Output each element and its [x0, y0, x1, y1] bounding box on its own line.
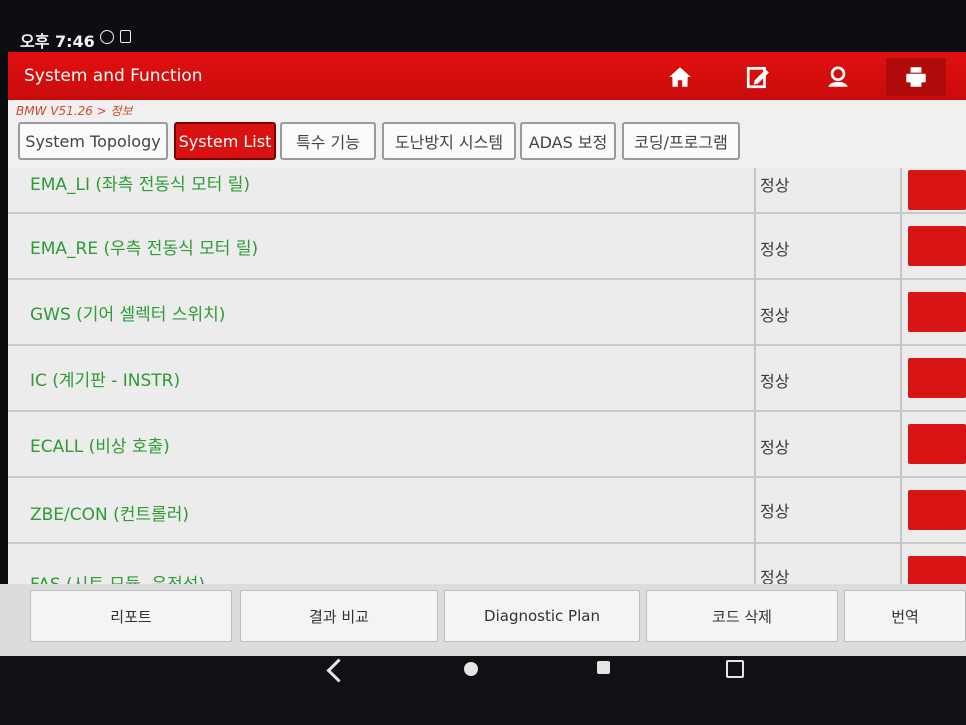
system-action-button[interactable] — [908, 424, 966, 464]
translate-button[interactable]: 번역 — [844, 590, 966, 642]
system-name: FAS (시트 모듈, 운전석) — [30, 570, 205, 584]
system-name: IC (계기판 - INSTR) — [30, 371, 181, 391]
system-action-button[interactable] — [908, 358, 966, 398]
system-row[interactable]: IC (계기판 - INSTR) 정상 — [8, 346, 966, 412]
system-action-button[interactable] — [908, 170, 966, 210]
system-row[interactable]: EMA_LI (좌측 전동식 모터 릴) 정상 — [8, 168, 966, 214]
status-time: 오후 7:46 — [20, 32, 95, 51]
settings-status-icon — [100, 30, 114, 44]
system-name: EMA_LI (좌측 전동식 모터 릴) — [30, 175, 251, 195]
system-row[interactable]: EMA_RE (우측 전동식 모터 릴) 정상 — [8, 214, 966, 280]
system-action-button[interactable] — [908, 292, 966, 332]
tab-special-functions[interactable]: 특수 기능 — [280, 122, 376, 160]
system-row[interactable]: ZBE/CON (컨트롤러) 정상 — [8, 478, 966, 544]
system-name: GWS (기어 셀렉터 스위치) — [30, 305, 226, 325]
recent-apps-icon[interactable] — [597, 661, 610, 674]
system-name: EMA_RE (우측 전동식 모터 릴) — [30, 239, 259, 259]
home-circle-icon[interactable] — [464, 662, 478, 676]
print-button[interactable] — [886, 58, 946, 96]
tab-system-topology[interactable]: System Topology — [18, 122, 168, 160]
bottom-action-bar: 리포트 결과 비교 Diagnostic Plan 코드 삭제 번역 — [0, 584, 966, 656]
compare-results-button[interactable]: 결과 비교 — [240, 590, 438, 642]
system-status: 정상 — [760, 176, 790, 195]
system-status: 정상 — [760, 240, 790, 259]
system-name: ECALL (비상 호출) — [30, 437, 170, 457]
system-action-button[interactable] — [908, 490, 966, 530]
status-bar: 오후 7:46 — [0, 0, 966, 52]
user-icon — [828, 66, 848, 87]
notification-status-icon — [120, 30, 131, 43]
diagnostic-plan-button[interactable]: Diagnostic Plan — [444, 590, 640, 642]
home-icon — [669, 67, 691, 87]
tab-immobilizer[interactable]: 도난방지 시스템 — [382, 122, 516, 160]
tab-coding-programming[interactable]: 코딩/프로그램 — [622, 122, 740, 160]
breadcrumb: BMW V51.26 > 정보 — [16, 104, 133, 118]
system-row[interactable]: GWS (기어 셀렉터 스위치) 정상 — [8, 280, 966, 346]
system-status: 정상 — [760, 438, 790, 457]
report-button[interactable] — [728, 58, 788, 96]
user-button[interactable] — [808, 58, 868, 96]
android-nav-bar — [0, 656, 966, 725]
report-button[interactable]: 리포트 — [30, 590, 232, 642]
system-action-button[interactable] — [908, 226, 966, 266]
back-icon[interactable] — [326, 658, 351, 683]
screenshot-icon[interactable] — [726, 660, 744, 678]
system-status: 정상 — [760, 502, 790, 521]
tab-system-list[interactable]: System List — [174, 122, 276, 160]
page-title: System and Function — [24, 66, 203, 86]
system-status: 정상 — [760, 372, 790, 391]
system-status: 정상 — [760, 568, 790, 584]
system-row[interactable]: ECALL (비상 호출) 정상 — [8, 412, 966, 478]
tab-bar: BMW V51.26 > 정보 System Topology System L… — [8, 100, 966, 168]
tab-adas-calibration[interactable]: ADAS 보정 — [520, 122, 616, 160]
system-status: 정상 — [760, 306, 790, 325]
system-row[interactable]: FAS (시트 모듈, 운전석) 정상 — [8, 544, 966, 584]
print-icon — [906, 67, 926, 87]
system-action-button[interactable] — [908, 556, 966, 584]
system-name: ZBE/CON (컨트롤러) — [30, 505, 189, 525]
system-list: EMA_LI (좌측 전동식 모터 릴) 정상 EMA_RE (우측 전동식 모… — [8, 168, 966, 584]
app-header: System and Function — [8, 52, 966, 100]
home-button[interactable] — [650, 58, 710, 96]
edit-report-icon — [746, 66, 769, 89]
clear-codes-button[interactable]: 코드 삭제 — [646, 590, 838, 642]
